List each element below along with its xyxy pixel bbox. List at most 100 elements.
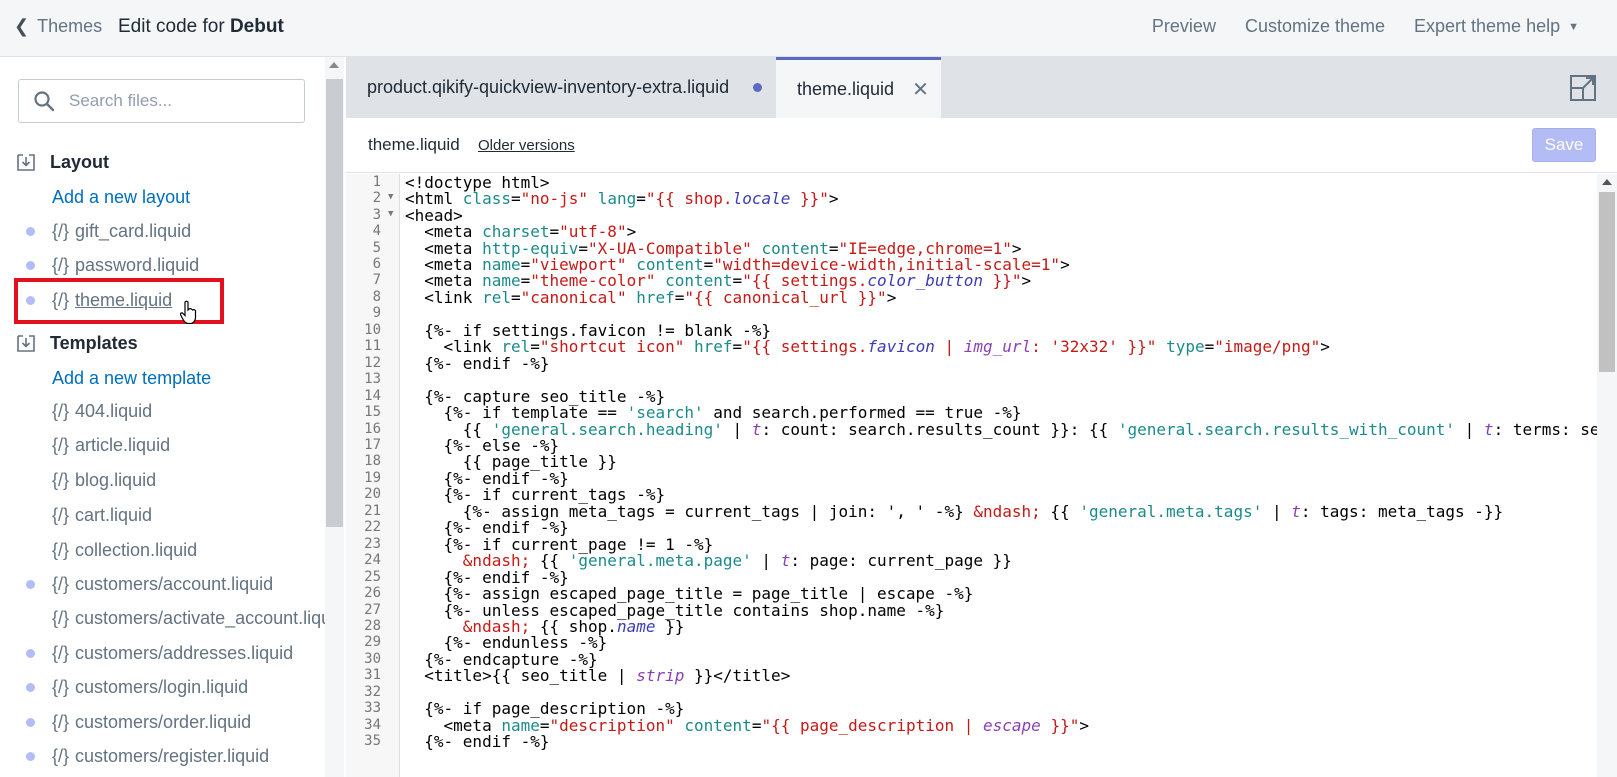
line-number: 30 [364,651,381,667]
save-button[interactable]: Save [1532,128,1596,162]
file-customers-activate-account[interactable]: {/} customers/activate_account.liquid [26,603,325,633]
line-number: 18 [364,453,381,469]
modified-dot [26,682,35,692]
layout-section-header[interactable]: Layout [16,147,109,177]
line-number: 34 [364,717,381,733]
unsaved-dot [753,83,763,92]
line-number: 22 [364,519,381,535]
code-line: <link rel="canonical" href="{{ canonical… [405,288,897,307]
code-line: {%- assign meta_tags = current_tags | jo… [405,502,1504,521]
modified-dot [26,717,35,727]
code-line: <title>{{ seo_title | strip }}</title> [405,666,791,685]
scroll-up-arrow-icon[interactable] [1602,179,1612,185]
code-file-icon: {/} [52,434,70,455]
line-number: 4 [372,223,381,239]
line-number: 35 [364,733,381,749]
line-number: 25 [364,569,381,585]
older-versions-link[interactable]: Older versions [478,137,575,154]
line-number: 14 [364,388,381,404]
code-line: {{ page_title }} [405,452,617,471]
top-actions: Preview Customize theme Expert theme hel… [1152,16,1579,37]
fold-arrow-icon[interactable]: ▼ [388,209,393,219]
code-line: {%- endif -%} [405,354,550,373]
back-label: Themes [37,16,103,36]
code-line: <meta name="theme-color" content="{{ set… [405,271,1032,290]
editor-scrollbar[interactable] [1597,174,1617,777]
file-blog[interactable]: {/} blog.liquid [26,465,156,495]
close-icon[interactable]: ✕ [912,77,929,102]
line-number: 5 [372,240,381,256]
code-line: {%- assign escaped_page_title = page_tit… [405,584,974,603]
sidebar-scrollbar[interactable] [325,57,344,777]
code-file-icon: {/} [52,254,70,275]
code-line: &ndash; {{ 'general.meta.page' | t: page… [462,551,1012,570]
expert-help-dropdown[interactable]: Expert theme help ▼ [1414,16,1579,37]
code-file-icon: {/} [52,469,70,490]
line-number: 27 [364,602,381,618]
line-number: 10 [364,322,381,338]
code-file-icon: {/} [52,539,70,560]
code-file-icon: {/} [52,642,70,663]
line-number: 19 [364,470,381,486]
code-line: {%- if page_description -%} [405,699,685,718]
file-cart[interactable]: {/} cart.liquid [26,500,152,530]
page-title: Edit code for Debut [118,16,284,37]
code-line: {%- if current_tags -%} [405,485,666,504]
theme-name: Debut [229,16,284,37]
file-customers-order[interactable]: {/} customers/order.liquid [26,707,251,737]
code-line: <meta charset="utf-8"> [405,222,637,241]
add-layout-link[interactable]: Add a new layout [52,187,190,208]
line-number: 2 [372,190,381,206]
back-to-themes-link[interactable]: ❮ Themes [14,16,102,37]
file-collection[interactable]: {/} collection.liquid [26,535,197,565]
line-number: 13 [364,371,381,387]
expand-icon[interactable] [1569,74,1597,102]
line-number: 1 [372,174,381,190]
current-file-name: theme.liquid [368,135,460,154]
line-number: 17 [364,437,381,453]
line-number: 3 [372,207,381,223]
caret-down-icon: ▼ [1568,21,1579,34]
line-number: 31 [364,667,381,683]
editor-tabs: product.qikify-quickview-inventory-extra… [346,57,1617,118]
code-file-icon: {/} [52,400,70,421]
search-box [18,79,305,123]
line-number-gutter: 1 2 3 4 5 6 7 8 9 10 11 12 13 14 15 16 17 18 19 20 21 22 23 24 2… [346,174,400,777]
line-number: 33 [364,700,381,716]
file-404[interactable]: {/} 404.liquid [26,396,152,426]
code-line: <html class="no-js" lang="{{ shop.locale… [405,189,839,208]
file-customers-register[interactable]: {/} customers/register.liquid [26,741,269,771]
code-line: {%- endif -%} [405,518,569,537]
folder-download-icon [17,335,35,352]
add-template-link[interactable]: Add a new template [52,368,211,389]
scrollbar-thumb[interactable] [326,79,343,527]
code-file-icon: {/} [52,573,70,594]
modified-dot [26,648,35,658]
fold-arrow-icon[interactable]: ▼ [388,192,393,202]
tab-theme-liquid[interactable]: theme.liquid ✕ [776,57,941,118]
scroll-up-arrow-icon[interactable] [329,62,339,68]
file-customers-login[interactable]: {/} customers/login.liquid [26,672,248,702]
file-customers-addresses[interactable]: {/} customers/addresses.liquid [26,638,293,668]
scrollbar-thumb[interactable] [1599,192,1615,372]
modified-dot [26,579,35,589]
tab-product-quickview[interactable]: product.qikify-quickview-inventory-extra… [346,57,776,118]
code-line: {{ 'general.search.heading' | t: count: … [405,420,1597,439]
modified-dot [26,226,35,236]
file-password[interactable]: {/} password.liquid [26,250,199,280]
code-file-icon: {/} [52,607,70,628]
top-bar: ❮ Themes Edit code for Debut Preview Cus… [0,0,1617,57]
folder-download-icon [17,154,35,171]
file-article[interactable]: {/} article.liquid [26,430,170,460]
preview-link[interactable]: Preview [1152,16,1216,37]
file-customers-account[interactable]: {/} customers/account.liquid [26,569,273,599]
search-files-input[interactable] [69,91,289,111]
customize-theme-link[interactable]: Customize theme [1245,16,1385,37]
templates-section-header[interactable]: Templates [16,328,138,358]
code-file-icon: {/} [52,220,70,241]
code-editor[interactable]: 1 2 3 4 5 6 7 8 9 10 11 12 13 14 15 16 17 18 19 20 21 22 23 24 2… [346,174,1597,777]
line-number: 21 [364,503,381,519]
file-gift-card[interactable]: {/} gift_card.liquid [26,216,191,246]
code-line: <link rel="shortcut icon" href="{{ setti… [405,337,1330,356]
code-file-icon: {/} [52,711,70,732]
